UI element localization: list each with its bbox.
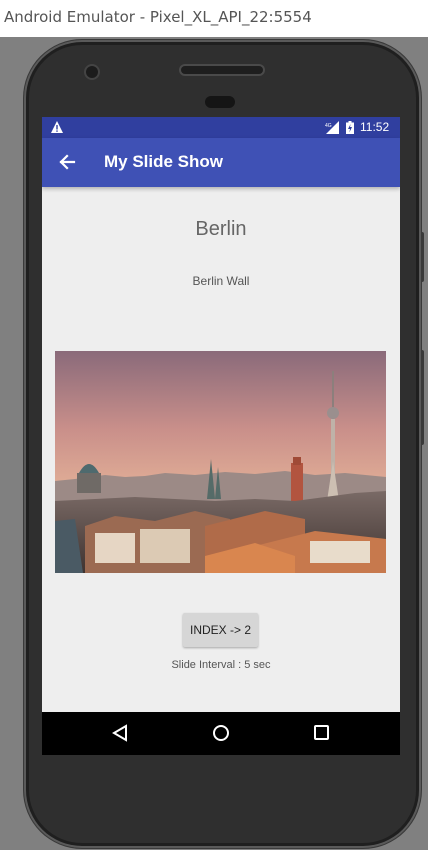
slide-title: Berlin [195, 218, 247, 240]
status-time: 11:52 [360, 120, 390, 134]
nav-back-icon[interactable] [112, 724, 128, 742]
status-bar: 4G 11:52 [42, 117, 400, 138]
app-toolbar: My Slide Show [42, 138, 400, 187]
earpiece-speaker [181, 66, 263, 74]
warning-icon [51, 121, 63, 133]
nav-recents-icon[interactable] [314, 725, 329, 740]
front-camera [86, 66, 98, 78]
phone-screen: 4G 11:52 My Slide Show Berlin Berlin Wal… [42, 117, 400, 755]
navigation-bar [42, 712, 400, 755]
berlin-skyline-photo [55, 351, 386, 573]
arrow-back-icon[interactable] [56, 151, 78, 173]
nav-home-icon[interactable] [212, 724, 230, 742]
signal-icon: 4G [325, 121, 339, 134]
battery-icon [346, 121, 354, 134]
slide-subtitle: Berlin Wall [192, 274, 250, 288]
toolbar-title: My Slide Show [104, 152, 224, 171]
window-title: Android Emulator - Pixel_XL_API_22:5554 [4, 8, 312, 26]
front-sensor [205, 96, 235, 108]
slide-interval-text: Slide Interval : 5 sec [171, 659, 271, 671]
index-button[interactable]: INDEX -> 2 [183, 613, 258, 647]
window-title-bar: Android Emulator - Pixel_XL_API_22:5554 [0, 0, 428, 37]
network-type-label: 4G [325, 123, 332, 129]
